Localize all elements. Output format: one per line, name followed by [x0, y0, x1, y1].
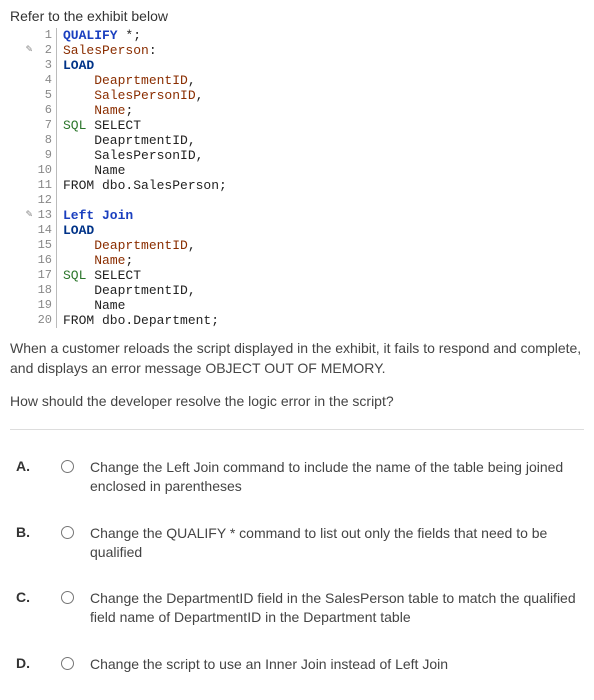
- code-line: 4 DeaprtmentID,: [24, 73, 584, 88]
- code-line-number: 5: [34, 88, 57, 103]
- code-exhibit: 1QUALIFY *;✎2SalesPerson:3LOAD4 Deaprtme…: [24, 28, 584, 328]
- answer-text: Change the QUALIFY * command to list out…: [84, 510, 584, 576]
- code-line-number: 3: [34, 58, 57, 73]
- code-line-content: SQL SELECT: [57, 118, 141, 133]
- code-line: 16 Name;: [24, 253, 584, 268]
- code-line-number: 17: [34, 268, 57, 283]
- code-line-content: SalesPerson:: [57, 43, 157, 58]
- answer-text: Change the Left Join command to include …: [84, 444, 584, 510]
- code-line-number: 16: [34, 253, 57, 268]
- code-line: 17SQL SELECT: [24, 268, 584, 283]
- code-line-content: FROM dbo.SalesPerson;: [57, 178, 227, 193]
- code-line: 6 Name;: [24, 103, 584, 118]
- answer-label: D.: [10, 641, 50, 688]
- code-line-content: Name: [57, 298, 125, 313]
- code-line-content: SalesPersonID,: [57, 88, 203, 103]
- code-line: ✎2SalesPerson:: [24, 43, 584, 58]
- answer-radio[interactable]: [61, 657, 74, 670]
- code-line-marker: ✎: [24, 208, 34, 223]
- code-line-number: 2: [34, 43, 57, 58]
- question-para-1: When a customer reloads the script displ…: [10, 338, 584, 379]
- code-line: 9 SalesPersonID,: [24, 148, 584, 163]
- code-line: 1QUALIFY *;: [24, 28, 584, 43]
- question-para-2: How should the developer resolve the log…: [10, 391, 584, 411]
- code-line: 7SQL SELECT: [24, 118, 584, 133]
- answer-label: B.: [10, 510, 50, 576]
- code-line-content: FROM dbo.Department;: [57, 313, 219, 328]
- code-line-content: Left Join: [57, 208, 133, 223]
- separator: [10, 429, 584, 430]
- code-line-number: 4: [34, 73, 57, 88]
- code-line-content: QUALIFY *;: [57, 28, 141, 43]
- code-line-content: DeaprtmentID,: [57, 283, 196, 298]
- code-line-content: DeaprtmentID,: [57, 238, 196, 253]
- code-line-number: 15: [34, 238, 57, 253]
- answer-label: C.: [10, 575, 50, 641]
- code-line-content: LOAD: [57, 58, 94, 73]
- code-line-number: 10: [34, 163, 57, 178]
- answer-row: D. Change the script to use an Inner Join…: [10, 641, 584, 688]
- answer-radio[interactable]: [61, 460, 74, 473]
- code-line: 18 DeaprtmentID,: [24, 283, 584, 298]
- code-line-content: Name;: [57, 103, 133, 118]
- code-line-content: Name: [57, 163, 125, 178]
- code-line: 11FROM dbo.SalesPerson;: [24, 178, 584, 193]
- code-line-number: 18: [34, 283, 57, 298]
- code-line: 20FROM dbo.Department;: [24, 313, 584, 328]
- code-line-number: 12: [34, 193, 57, 208]
- answer-row: B. Change the QUALIFY * command to list o…: [10, 510, 584, 576]
- code-line: 3LOAD: [24, 58, 584, 73]
- code-line-content: LOAD: [57, 223, 94, 238]
- answer-label: A.: [10, 444, 50, 510]
- code-line-number: 14: [34, 223, 57, 238]
- code-line: 19 Name: [24, 298, 584, 313]
- code-line-number: 7: [34, 118, 57, 133]
- code-line: 5 SalesPersonID,: [24, 88, 584, 103]
- code-line: 8 DeaprtmentID,: [24, 133, 584, 148]
- code-line-content: DeaprtmentID,: [57, 133, 196, 148]
- code-line-marker: ✎: [24, 43, 34, 58]
- code-line-number: 6: [34, 103, 57, 118]
- code-line-number: 9: [34, 148, 57, 163]
- answer-text: Change the script to use an Inner Join i…: [84, 641, 584, 688]
- answer-row: A. Change the Left Join command to includ…: [10, 444, 584, 510]
- code-line-number: 20: [34, 313, 57, 328]
- code-line: 14LOAD: [24, 223, 584, 238]
- answer-radio[interactable]: [61, 526, 74, 539]
- code-line-content: DeaprtmentID,: [57, 73, 196, 88]
- answer-list: A. Change the Left Join command to includ…: [10, 444, 584, 688]
- code-line-number: 11: [34, 178, 57, 193]
- code-line-number: 1: [34, 28, 57, 43]
- code-line-content: Name;: [57, 253, 133, 268]
- code-line-number: 13: [34, 208, 57, 223]
- intro-text: Refer to the exhibit below: [10, 8, 584, 24]
- code-line-content: SalesPersonID,: [57, 148, 203, 163]
- question-body: When a customer reloads the script displ…: [10, 338, 584, 411]
- code-line-number: 8: [34, 133, 57, 148]
- code-line: ✎13Left Join: [24, 208, 584, 223]
- answer-radio[interactable]: [61, 591, 74, 604]
- code-line-content: SQL SELECT: [57, 268, 141, 283]
- code-line: 15 DeaprtmentID,: [24, 238, 584, 253]
- code-line: 10 Name: [24, 163, 584, 178]
- answer-text: Change the DepartmentID field in the Sal…: [84, 575, 584, 641]
- answer-row: C. Change the DepartmentID field in the S…: [10, 575, 584, 641]
- code-line-number: 19: [34, 298, 57, 313]
- code-line: 12: [24, 193, 584, 208]
